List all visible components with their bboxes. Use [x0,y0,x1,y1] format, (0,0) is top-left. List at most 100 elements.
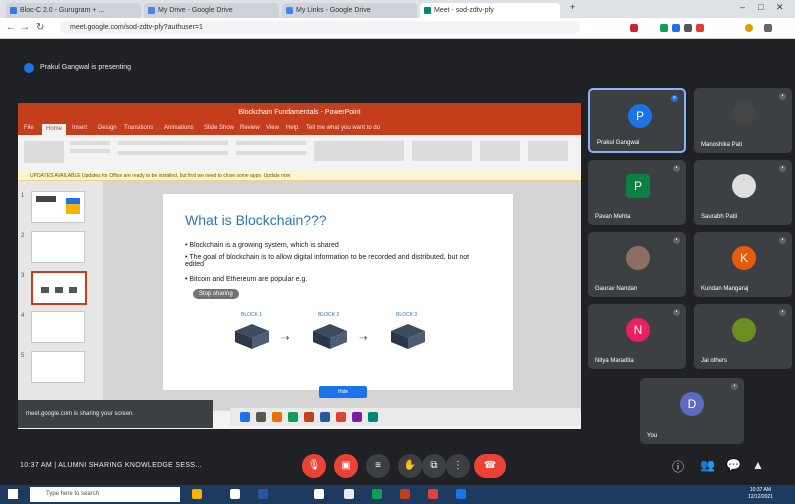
activities-icon[interactable]: ▲ [752,458,764,472]
ribbon-tab[interactable]: Help [286,125,298,131]
app-icon[interactable] [456,489,466,499]
mic-off-icon: • [673,309,680,316]
ribbon-control[interactable] [70,141,110,145]
captions-button[interactable]: ≡ [366,454,390,478]
present-button[interactable]: ⧉ [422,454,446,478]
app-icon[interactable] [288,412,298,422]
close-window-icon[interactable]: ✕ [776,2,784,13]
more-options-button[interactable]: ⋮ [446,454,470,478]
app-icon[interactable] [368,412,378,422]
reload-icon[interactable]: ↻ [36,22,44,33]
app-icon[interactable] [336,412,346,422]
mic-off-button[interactable]: 🎙 [302,454,326,478]
browser-tab-1[interactable]: Bloc-C 2.0 - Gurugram + ... [6,3,141,18]
extension-icon[interactable] [684,24,692,32]
forward-icon[interactable]: → [20,22,30,33]
browser-tab-meet[interactable]: Meet - sod-zdtv-pfy [420,3,560,18]
paste-button[interactable] [24,141,64,163]
tell-me-field[interactable]: Tell me what you want to do [306,125,380,131]
self-view-tile[interactable]: D • You [640,378,744,444]
participant-tile[interactable]: • Gaurav Nandan [588,232,686,297]
ribbon-tab[interactable]: Slide Show [204,125,234,131]
app-icon[interactable] [240,412,250,422]
back-icon[interactable]: ← [6,22,16,33]
participant-tile[interactable]: P ≡ Prakul Gangwal [588,88,686,153]
extension-icon[interactable] [660,24,668,32]
slide-thumbnail-selected[interactable] [31,271,87,305]
powerpoint-icon[interactable] [304,412,314,422]
arrange-controls[interactable] [412,141,472,161]
taskbar-search-input[interactable]: Type here to search [30,487,180,502]
chat-icon[interactable]: 💬 [726,458,741,472]
app-icon[interactable] [344,489,354,499]
paragraph-controls[interactable] [236,141,306,145]
maximize-icon[interactable]: □ [758,2,763,12]
profile-avatar[interactable] [745,24,753,32]
menu-icon[interactable] [764,24,772,32]
present-icon [24,63,34,73]
powerpoint-icon[interactable] [400,489,410,499]
presenting-pill[interactable]: Prakul Gangwal is presenting [18,61,139,75]
ribbon-tab[interactable]: Design [98,125,117,131]
participant-tile[interactable]: • Manoshika Pati [694,88,792,153]
thumbnail-number: 2 [21,233,24,239]
paragraph-controls[interactable] [236,151,306,155]
participant-tile[interactable]: N • Nitya Maradita [588,304,686,369]
app-icon[interactable] [372,489,382,499]
app-icon[interactable] [258,489,268,499]
task-view-icon[interactable] [230,489,240,499]
app-icon[interactable] [314,489,324,499]
ribbon-tab-home[interactable]: Home [42,124,66,135]
chrome-icon[interactable] [428,489,438,499]
raise-hand-button[interactable]: ✋ [398,454,422,478]
slide-thumbnail[interactable] [31,351,85,383]
participant-tile[interactable]: P • Pavan Mehta [588,160,686,225]
minimize-icon[interactable]: – [740,2,745,12]
url-field[interactable]: meet.google.com/sod-zdtv-pfy?authuser=1 [60,21,580,34]
participant-tile[interactable]: • Jai others [694,304,792,369]
people-icon[interactable]: 👥 [700,458,715,472]
windows-start-icon[interactable] [8,489,18,499]
drawing-shapes[interactable] [314,141,404,161]
block-label: BLOCK 2 [318,312,339,318]
participant-tile[interactable]: • Saurabh Patil [694,160,792,225]
ribbon-tab[interactable]: Review [240,125,260,131]
app-icon[interactable] [192,489,202,499]
extension-icon[interactable] [672,24,680,32]
camera-off-button[interactable]: ▣ [334,454,358,478]
stop-sharing-pill[interactable]: Stop sharing [193,289,239,299]
taskbar-clock[interactable]: 10:37 AM12/12/2021 [748,487,773,501]
app-icon[interactable] [256,412,266,422]
leave-call-button[interactable]: ☎ [474,454,506,478]
word-icon[interactable] [320,412,330,422]
extension-icon[interactable] [696,24,704,32]
ribbon-tab[interactable]: Animations [164,125,194,131]
ribbon-tab[interactable]: Transitions [124,125,153,131]
meeting-info: 10:37 AM | ALUMNI SHARING KNOWLEDGE SESS… [20,462,202,469]
extension-icon[interactable] [630,24,638,32]
new-tab-icon[interactable]: + [570,2,575,12]
font-format-controls[interactable] [118,151,228,155]
participant-tile[interactable]: K • Kundan Mangaraj [694,232,792,297]
avatar: N [626,318,650,342]
editing-controls[interactable] [480,141,520,161]
hide-button[interactable]: Hide [319,386,367,398]
info-icon[interactable]: ⓘ [672,458,684,475]
arrow-icon: ⇢ [281,333,289,344]
font-selector[interactable] [118,141,228,145]
ribbon-tab[interactable]: Insert [72,125,87,131]
ribbon-control[interactable] [70,149,110,153]
participant-name: Nitya Maradita [595,358,634,364]
app-icon[interactable] [272,412,282,422]
ribbon-control[interactable] [528,141,568,161]
avatar [732,318,756,342]
slide-thumbnail[interactable] [31,191,85,223]
ribbon-tab[interactable]: File [24,125,34,131]
slide-thumbnail[interactable] [31,231,85,263]
slide-thumbnail[interactable] [31,311,85,343]
browser-tab-2[interactable]: My Drive - Google Drive [144,3,279,18]
mic-off-icon: • [779,93,786,100]
browser-tab-3[interactable]: My Links - Google Drive [282,3,417,18]
ribbon-tab[interactable]: View [266,125,279,131]
app-icon[interactable] [352,412,362,422]
